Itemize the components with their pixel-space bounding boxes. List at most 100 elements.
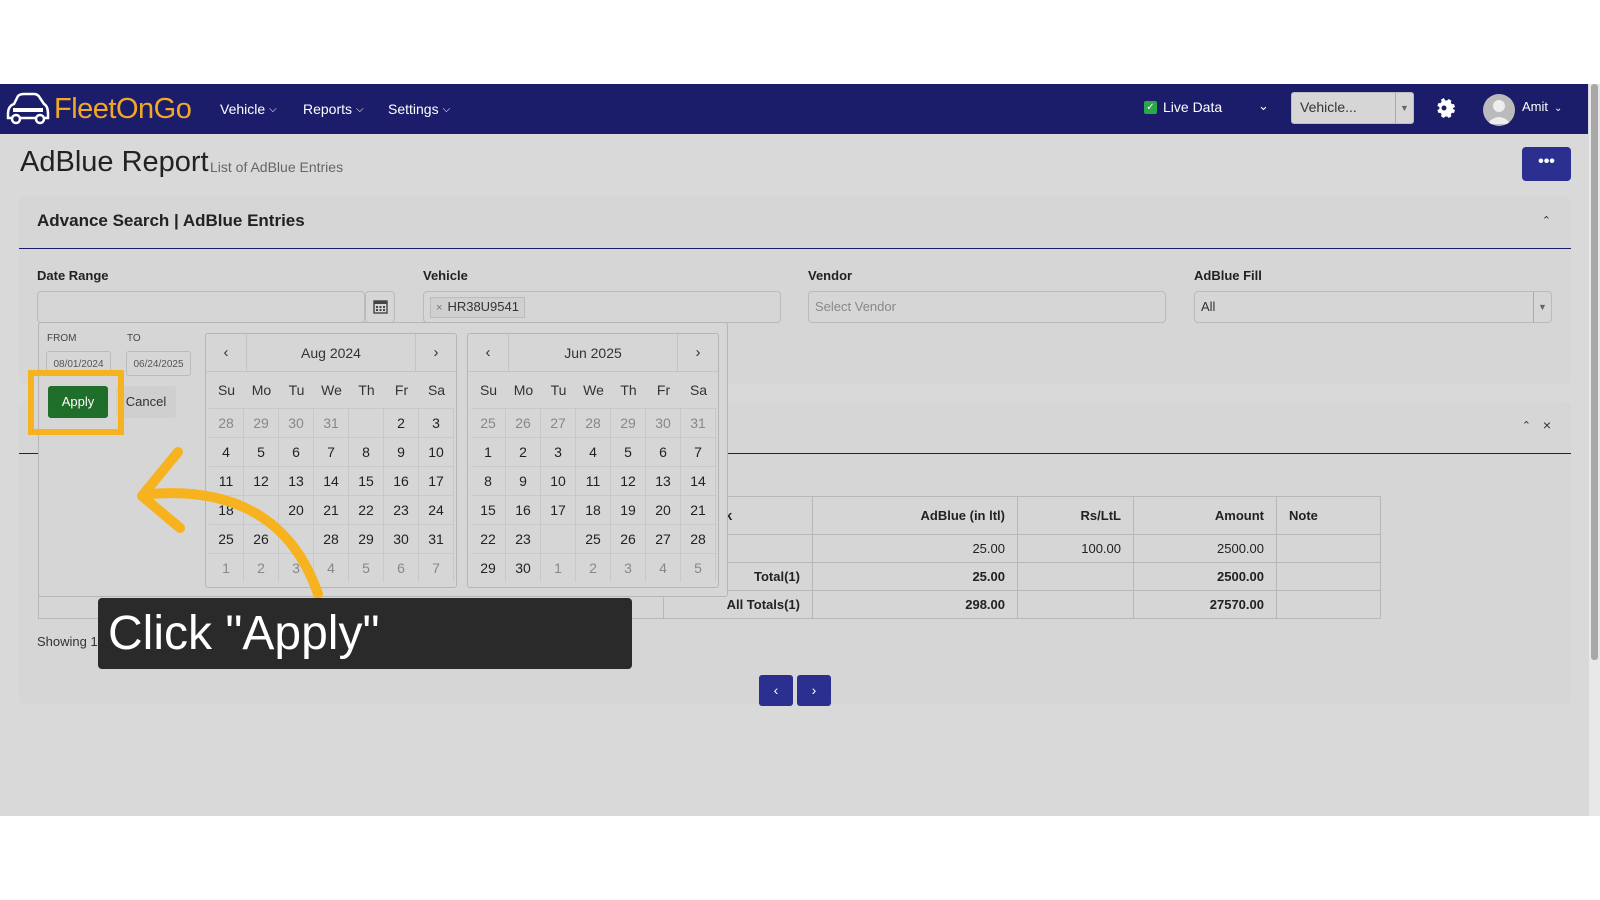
calendar-day[interactable]: 30	[506, 553, 541, 582]
calendar-day[interactable]: 24	[419, 495, 454, 524]
calendar-day[interactable]: 11	[576, 466, 611, 495]
calendar-day[interactable]: 16	[506, 495, 541, 524]
vehicle-select[interactable]: Vehicle... ▼	[1291, 92, 1414, 124]
calendar-day[interactable]: 2	[506, 437, 541, 466]
calendar-day[interactable]: 2	[576, 553, 611, 582]
calendar-day[interactable]: 30	[384, 524, 419, 553]
calendar-day[interactable]: 9	[384, 437, 419, 466]
live-data-toggle[interactable]: ✓ Live Data	[1144, 99, 1222, 115]
calendar-day[interactable]: 17	[419, 466, 454, 495]
remove-tag-icon[interactable]: ×	[436, 302, 442, 314]
calendar-day[interactable]: 25	[576, 524, 611, 553]
nav-vehicle-menu[interactable]: Vehicle ⌵	[220, 84, 277, 134]
prev-month-icon[interactable]: ‹	[208, 334, 244, 372]
calendar-day[interactable]: 3	[541, 437, 576, 466]
user-menu[interactable]: Amit ⌄	[1522, 99, 1562, 114]
calendar-day[interactable]: 19	[611, 495, 646, 524]
calendar-day[interactable]: 27	[646, 524, 681, 553]
scrollbar-thumb[interactable]	[1591, 84, 1598, 660]
calendar-day[interactable]: 4	[576, 437, 611, 466]
vehicle-tag[interactable]: × HR38U9541	[430, 297, 525, 318]
calendar-day[interactable]: 4	[646, 553, 681, 582]
calendar-day[interactable]: 6	[646, 437, 681, 466]
calendar-day[interactable]: 28	[681, 524, 716, 553]
calendar-day[interactable]: 15	[471, 495, 506, 524]
collapse-icon[interactable]: ⌃	[1522, 419, 1531, 432]
calendar-day[interactable]: 31	[314, 408, 349, 437]
calendar-day[interactable]	[541, 524, 576, 553]
vendor-select[interactable]: Select Vendor	[808, 291, 1166, 323]
next-page-button[interactable]: ›	[797, 675, 831, 706]
calendar-day[interactable]: 30	[279, 408, 314, 437]
calendar-day[interactable]: 10	[419, 437, 454, 466]
calendar-day[interactable]: 31	[681, 408, 716, 437]
calendar-day[interactable]: 8	[349, 437, 384, 466]
calendar-day[interactable]: 21	[681, 495, 716, 524]
calendar-day[interactable]: 8	[471, 466, 506, 495]
adblue-fill-select[interactable]: All ▼	[1194, 291, 1552, 323]
calendar-day[interactable]: 22	[471, 524, 506, 553]
calendar-day[interactable]: 6	[384, 553, 419, 582]
cancel-button[interactable]: Cancel	[116, 386, 176, 418]
calendar-day[interactable]: 29	[244, 408, 279, 437]
calendar-day[interactable]: 10	[541, 466, 576, 495]
gear-icon[interactable]	[1432, 96, 1456, 120]
column-header[interactable]: Rs/LtL	[1017, 496, 1134, 535]
page-title: AdBlue Report	[20, 146, 209, 178]
calendar-day[interactable]: 23	[506, 524, 541, 553]
vehicle-multiselect[interactable]: × HR38U9541	[423, 291, 781, 323]
calendar-day[interactable]: 13	[646, 466, 681, 495]
calendar-day[interactable]: 31	[419, 524, 454, 553]
calendar-day[interactable]: 9	[506, 466, 541, 495]
page-scrollbar[interactable]	[1589, 84, 1600, 816]
calendar-day[interactable]: 29	[611, 408, 646, 437]
calendar-day[interactable]: 27	[541, 408, 576, 437]
next-month-icon[interactable]: ›	[418, 334, 454, 372]
calendar-day[interactable]	[349, 408, 384, 437]
date-range-input[interactable]	[37, 291, 365, 323]
column-header[interactable]: Amount	[1133, 496, 1277, 535]
chevron-down-icon[interactable]: ⌄	[1258, 98, 1269, 114]
calendar-day[interactable]: 12	[611, 466, 646, 495]
next-month-icon[interactable]: ›	[680, 334, 716, 372]
column-header[interactable]: AdBlue (in ltl)	[812, 496, 1018, 535]
brand-logo[interactable]: FleetOnGo	[4, 90, 192, 128]
calendar-day[interactable]: 20	[646, 495, 681, 524]
avatar[interactable]	[1483, 94, 1515, 126]
calendar-day[interactable]: 29	[471, 553, 506, 582]
calendar-day[interactable]: 5	[611, 437, 646, 466]
calendar-day[interactable]: 17	[541, 495, 576, 524]
calendar-day[interactable]: 7	[681, 437, 716, 466]
prev-month-icon[interactable]: ‹	[470, 334, 506, 372]
calendar-day[interactable]: 16	[384, 466, 419, 495]
calendar-day[interactable]: 28	[576, 408, 611, 437]
calendar-day[interactable]: 28	[209, 408, 244, 437]
calendar-day[interactable]: 23	[384, 495, 419, 524]
nav-reports-menu[interactable]: Reports ⌵	[303, 84, 364, 134]
calendar-day[interactable]: 5	[681, 553, 716, 582]
calendar-day[interactable]: 26	[611, 524, 646, 553]
close-icon[interactable]: ×	[1543, 417, 1551, 433]
calendar-day[interactable]: 18	[576, 495, 611, 524]
calendar-day[interactable]: 22	[349, 495, 384, 524]
more-options-button[interactable]: •••	[1522, 147, 1571, 181]
nav-settings-menu[interactable]: Settings ⌵	[388, 84, 450, 134]
calendar-day[interactable]: 3	[611, 553, 646, 582]
calendar-day[interactable]: 29	[349, 524, 384, 553]
calendar-day[interactable]: 30	[646, 408, 681, 437]
calendar-day[interactable]: 25	[471, 408, 506, 437]
to-date-input[interactable]: 06/24/2025	[126, 351, 191, 376]
collapse-icon[interactable]: ⌃	[1542, 214, 1551, 227]
calendar-icon[interactable]	[365, 291, 395, 323]
calendar-day[interactable]: 3	[419, 408, 454, 437]
calendar-day[interactable]: 14	[681, 466, 716, 495]
calendar-day[interactable]: 2	[384, 408, 419, 437]
calendar-day[interactable]: 1	[471, 437, 506, 466]
column-header[interactable]: Note	[1276, 496, 1381, 535]
calendar-day[interactable]: 5	[349, 553, 384, 582]
calendar-day[interactable]: 7	[419, 553, 454, 582]
calendar-day[interactable]: 15	[349, 466, 384, 495]
calendar-day[interactable]: 26	[506, 408, 541, 437]
prev-page-button[interactable]: ‹	[759, 675, 793, 706]
calendar-day[interactable]: 1	[541, 553, 576, 582]
